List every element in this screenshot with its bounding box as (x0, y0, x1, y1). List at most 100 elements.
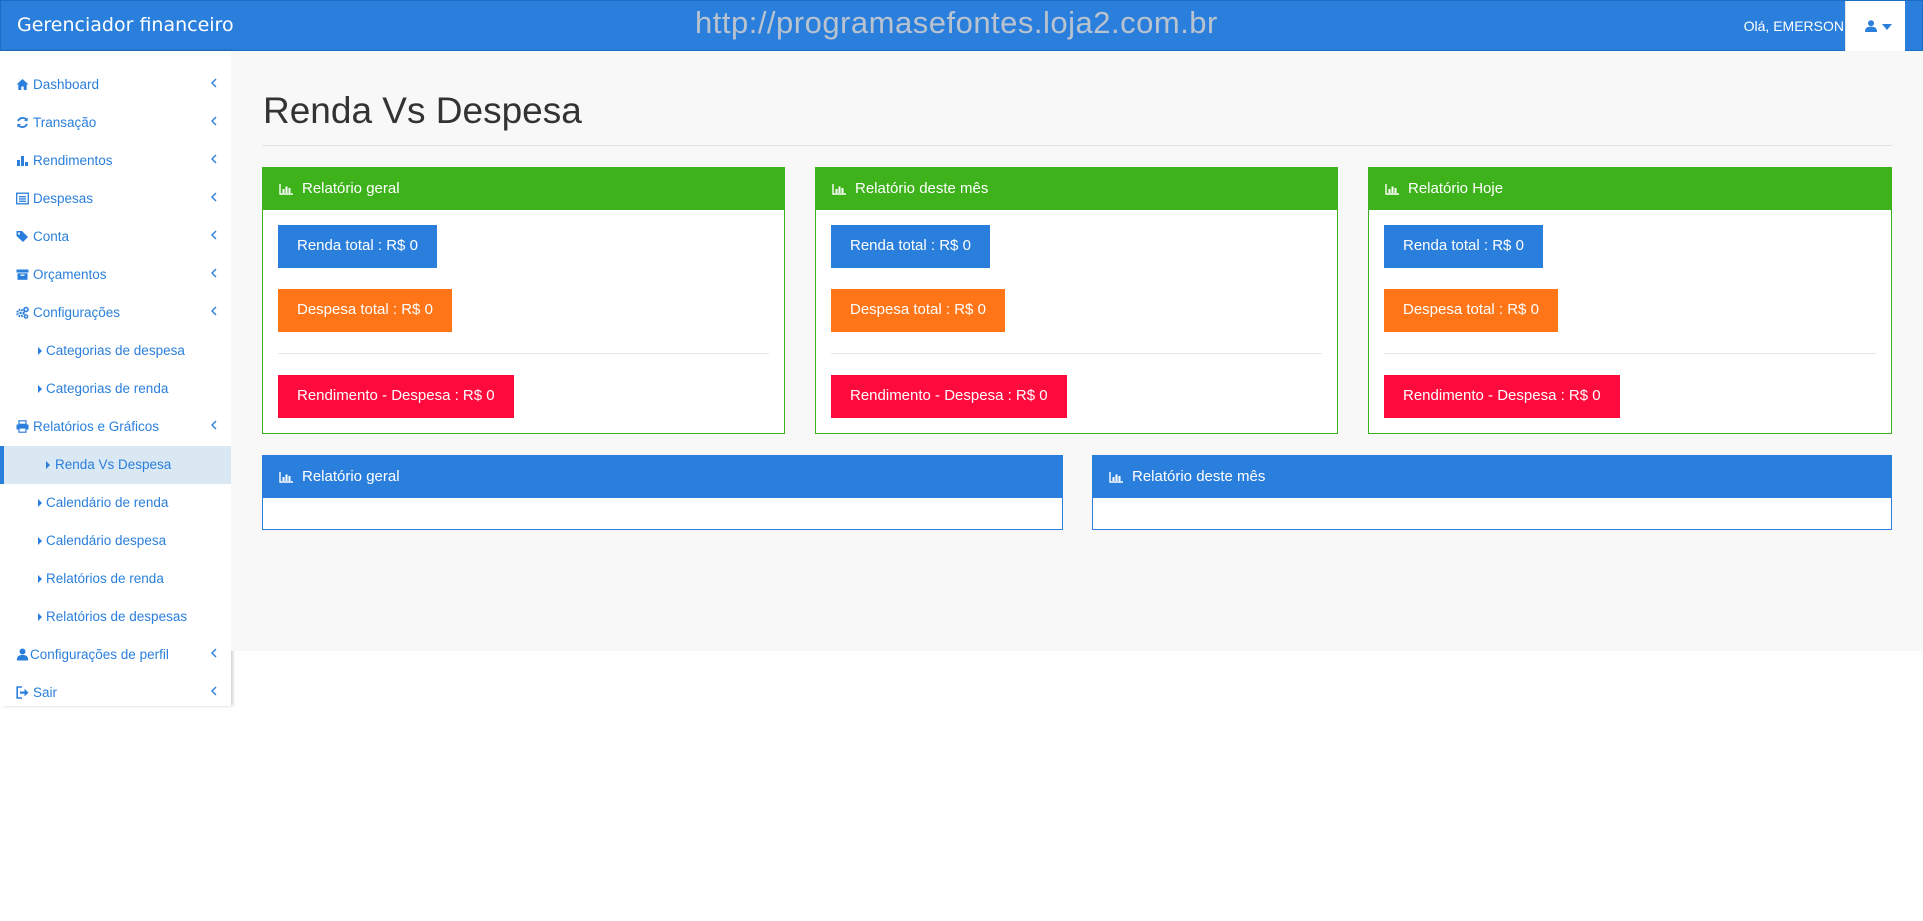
sidebar-item-label: Conta (33, 229, 70, 244)
chevron-left-icon (211, 192, 217, 202)
chevron-left-icon (211, 686, 217, 696)
tags-icon (16, 231, 28, 242)
user-icon (16, 648, 29, 661)
refresh-icon (17, 117, 28, 128)
chevron-left-icon (211, 116, 217, 126)
chevron-left-icon (211, 420, 217, 430)
sidebar-item-label: Renda Vs Despesa (55, 457, 172, 472)
panel-header: Relatório deste mês (1093, 456, 1891, 498)
area-chart-icon (279, 184, 293, 195)
sidebar-subitem-calendario-despesa[interactable]: Calendário despesa (0, 522, 231, 560)
panel-relatorio-mes: Relatório deste mês Renda total : R$ 0 D… (815, 167, 1338, 434)
caret-right-icon (38, 537, 42, 545)
sidebar-item-despesas[interactable]: Despesas (0, 180, 231, 218)
chevron-left-icon (211, 154, 217, 164)
panel-title: Relatório Hoje (1408, 180, 1504, 197)
sidebar-item-label: Dashboard (33, 77, 100, 92)
sidebar-item-label: Configurações (33, 305, 121, 320)
caret-right-icon (38, 575, 42, 583)
archive-icon (16, 269, 29, 280)
sidebar-subitem-categorias-despesa[interactable]: Categorias de despesa (0, 332, 231, 370)
caret-right-icon (38, 613, 42, 621)
app-brand[interactable]: Gerenciador financeiro (17, 14, 234, 36)
sidebar-subitem-categorias-renda[interactable]: Categorias de renda (0, 370, 231, 408)
chevron-left-icon (211, 268, 217, 278)
sidebar-item-conta[interactable]: Conta (0, 218, 231, 256)
caret-right-icon (38, 499, 42, 507)
sidebar-subitem-relatorios-despesas[interactable]: Relatórios de despesas (0, 598, 231, 636)
sidebar-item-label: Relatórios de despesas (46, 609, 188, 624)
sidebar-item-configuracoes[interactable]: Configurações (0, 294, 231, 332)
area-chart-icon (1109, 472, 1123, 483)
chart-panel-mes: Relatório deste mês (1092, 455, 1892, 530)
panel-header: Relatório geral (263, 456, 1062, 498)
list-icon (16, 192, 29, 205)
sidebar-item-transacao[interactable]: Transação (0, 104, 231, 142)
balance-badge: Rendimento - Despesa : R$ 0 (1384, 375, 1620, 418)
sidebar-item-label: Categorias de despesa (46, 343, 185, 358)
user-icon (1865, 20, 1877, 32)
sidebar-item-label: Transação (33, 115, 97, 130)
chevron-left-icon (211, 306, 217, 316)
area-chart-icon (832, 184, 846, 195)
sidebar-item-label: Sair (33, 685, 58, 700)
sidebar-item-label: Configurações de perfil (30, 647, 169, 662)
caret-right-icon (38, 347, 42, 355)
sidebar-item-label: Calendário de renda (46, 495, 169, 510)
income-total-badge: Renda total : R$ 0 (831, 225, 990, 268)
panel-header: Relatório geral (263, 168, 784, 210)
title-divider (262, 145, 1892, 146)
chart-panel-geral: Relatório geral (262, 455, 1063, 530)
expense-total-badge: Despesa total : R$ 0 (278, 289, 452, 332)
balance-badge: Rendimento - Despesa : R$ 0 (278, 375, 514, 418)
expense-total-badge: Despesa total : R$ 0 (1384, 289, 1558, 332)
chevron-down-icon (1882, 24, 1892, 30)
balance-badge: Rendimento - Despesa : R$ 0 (831, 375, 1067, 418)
sidebar-item-configuracoes-perfil[interactable]: Configurações de perfil (0, 636, 231, 674)
panel-title: Relatório geral (302, 180, 400, 197)
sidebar-item-dashboard[interactable]: Dashboard (0, 66, 231, 104)
page-title: Renda Vs Despesa (263, 90, 582, 131)
sign-out-icon (16, 686, 29, 699)
home-icon (16, 79, 29, 90)
expense-total-badge: Despesa total : R$ 0 (831, 289, 1005, 332)
panel-title: Relatório deste mês (855, 180, 989, 197)
sidebar-item-sair[interactable]: Sair (0, 674, 231, 712)
sidebar: Dashboard Transação Rendimentos Despesas… (0, 51, 231, 706)
caret-right-icon (46, 461, 50, 469)
panel-relatorio-geral: Relatório geral Renda total : R$ 0 Despe… (262, 167, 785, 434)
sidebar-item-label: Rendimentos (33, 153, 113, 168)
sidebar-item-orcamentos[interactable]: Orçamentos (0, 256, 231, 294)
sidebar-item-label: Relatórios e Gráficos (33, 419, 160, 434)
divider (1384, 353, 1876, 354)
print-icon (16, 420, 29, 433)
panel-title: Relatório deste mês (1132, 468, 1266, 485)
income-total-badge: Renda total : R$ 0 (1384, 225, 1543, 268)
sidebar-subitem-renda-vs-despesa[interactable]: Renda Vs Despesa (0, 446, 231, 484)
sidebar-item-label: Orçamentos (33, 267, 107, 282)
area-chart-icon (279, 472, 293, 483)
divider (278, 353, 769, 354)
top-navbar: Gerenciador financeiro http://programase… (0, 0, 1923, 52)
bar-chart-icon (17, 156, 28, 166)
sidebar-item-label: Despesas (33, 191, 94, 206)
income-total-badge: Renda total : R$ 0 (278, 225, 437, 268)
user-greeting: Olá, EMERSON (1743, 18, 1844, 34)
panel-header: Relatório deste mês (816, 168, 1337, 210)
chevron-left-icon (211, 230, 217, 240)
area-chart-icon (1385, 184, 1399, 195)
divider (831, 353, 1322, 354)
sidebar-item-rendimentos[interactable]: Rendimentos (0, 142, 231, 180)
sidebar-item-label: Relatórios de renda (46, 571, 164, 586)
sidebar-subitem-relatorios-renda[interactable]: Relatórios de renda (0, 560, 231, 598)
watermark-url: http://programasefontes.loja2.com.br (695, 5, 1218, 40)
sidebar-subitem-calendario-renda[interactable]: Calendário de renda (0, 484, 231, 522)
cogs-icon (16, 306, 29, 319)
panel-relatorio-hoje: Relatório Hoje Renda total : R$ 0 Despes… (1368, 167, 1892, 434)
chevron-left-icon (211, 648, 217, 658)
sidebar-item-relatorios-graficos[interactable]: Relatórios e Gráficos (0, 408, 231, 446)
user-menu-button[interactable] (1845, 1, 1905, 52)
panel-title: Relatório geral (302, 468, 400, 485)
sidebar-item-label: Categorias de renda (46, 381, 169, 396)
sidebar-item-label: Calendário despesa (46, 533, 167, 548)
